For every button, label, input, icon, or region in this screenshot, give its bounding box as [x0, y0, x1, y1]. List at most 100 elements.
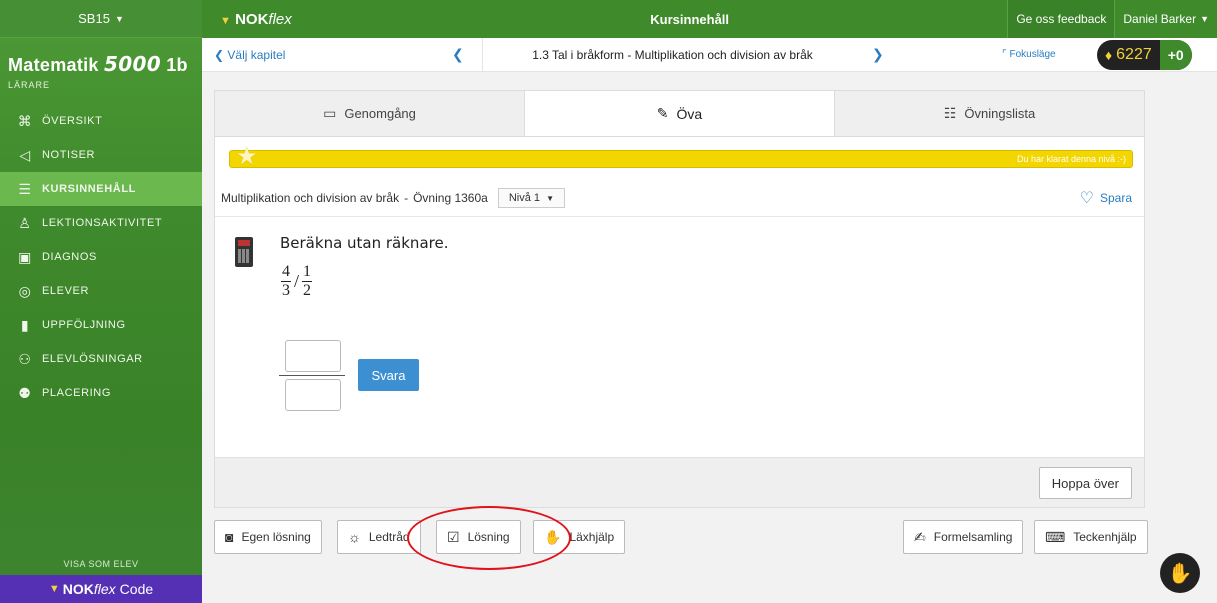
caret-down-icon: ▼: [1200, 14, 1209, 24]
fraction-expression: 4 3 / 1 2: [281, 263, 313, 300]
formula-icon: ✍: [914, 528, 926, 545]
page-title: Kursinnehåll: [650, 11, 730, 27]
prev-chapter-button[interactable]: ❮: [452, 46, 482, 63]
sidebar-item-lektionsaktivitet[interactable]: ♙ LEKTIONSAKTIVITET: [0, 206, 202, 240]
solution-highlight-circle: [407, 506, 571, 570]
user-menu[interactable]: Daniel Barker ▼: [1114, 0, 1217, 38]
fraction-b-denominator: 2: [303, 282, 312, 299]
code-brand-nok: NOK: [62, 581, 94, 597]
tab-ovningslista[interactable]: ☷ Övningslista: [835, 91, 1144, 136]
score-delta: +0: [1159, 39, 1192, 70]
sidebar-item-label: LEKTIONSAKTIVITET: [42, 217, 163, 229]
fraction-a: 4 3: [281, 263, 291, 300]
nokflex-logo[interactable]: ▼ NOKflex: [202, 11, 432, 28]
save-button[interactable]: ♡ Spara: [1080, 188, 1132, 208]
sidebar-item-uppfoljning[interactable]: ▮ UPPFÖLJNING: [0, 308, 202, 342]
exercise-header: Multiplikation och division av bråk - Öv…: [215, 179, 1144, 217]
sidebar-item-oversikt[interactable]: ⌘ ÖVERSIKT: [0, 104, 202, 138]
sidebar-item-placering[interactable]: ⚉ PLACERING: [0, 376, 202, 410]
exercise-number: Övning 1360a: [413, 190, 488, 205]
formula-collection-button[interactable]: ✍ Formelsamling: [903, 520, 1024, 554]
submit-answer-button[interactable]: Svara: [358, 359, 419, 391]
chevron-left-icon: ❮: [214, 47, 225, 62]
fraction-b: 1 2: [302, 263, 313, 300]
top-bar: ▼ NOKflex Kursinnehåll Ge oss feedback D…: [202, 0, 1217, 38]
code-brand-flex: flex: [93, 581, 116, 597]
group-selector[interactable]: SB15 ▼: [0, 0, 202, 38]
group-selector-label: SB15: [78, 11, 110, 26]
level-dropdown[interactable]: Nivå 1 ▼: [497, 187, 565, 208]
hand-icon: ✋: [1167, 562, 1193, 585]
sidebar-nav: ⌘ ÖVERSIKT ◁ NOTISER ☰ KURSINNEHÅLL ♙ LE…: [0, 104, 202, 410]
exercise-separator: -: [404, 190, 409, 205]
book-icon: ▭: [323, 105, 337, 121]
raise-hand-button[interactable]: ✋: [1160, 553, 1200, 593]
level-progress-bar: ★ Du har klarat denna nivå :-): [229, 145, 1133, 169]
bars-icon: ▮: [20, 316, 30, 333]
next-chapter-button[interactable]: ❯: [862, 46, 1002, 63]
own-solution-button[interactable]: ◙ Egen lösning: [214, 520, 322, 554]
binoculars-icon: ⌘: [17, 112, 33, 129]
card-footer: Hoppa över: [215, 457, 1144, 507]
tab-ova[interactable]: ✎ Öva: [525, 91, 835, 136]
user-name: Daniel Barker: [1123, 12, 1197, 26]
tab-label: Övningslista: [964, 106, 1036, 121]
sidebar-item-diagnos[interactable]: ▣ DIAGNOS: [0, 240, 202, 274]
brand-number: 5000: [104, 52, 161, 76]
answer-numerator-input[interactable]: [285, 340, 341, 372]
focus-mode-button[interactable]: ⌜ Fokusläge: [1002, 49, 1097, 60]
fraction-a-numerator: 4: [281, 263, 291, 282]
tab-genomgang[interactable]: ▭ Genomgång: [215, 91, 525, 136]
feedback-button[interactable]: Ge oss feedback: [1007, 0, 1115, 38]
sidebar-item-label: KURSINNEHÅLL: [42, 183, 136, 195]
student-solutions-icon: ⚇: [18, 350, 32, 367]
sidebar-item-label: UPPFÖLJNING: [42, 319, 126, 331]
level-value: Nivå 1: [508, 191, 541, 204]
brand-title: Matematik 5000 1b: [8, 52, 202, 76]
brand: Matematik 5000 1b LÄRARE: [0, 38, 202, 94]
sidebar-item-kursinnehall[interactable]: ☰ KURSINNEHÅLL: [0, 172, 202, 206]
fraction-a-denominator: 3: [282, 282, 290, 299]
skip-button[interactable]: Hoppa över: [1038, 467, 1132, 499]
answer-denominator-input[interactable]: [285, 379, 341, 411]
sidebar-item-elever[interactable]: ◎ ELEVER: [0, 274, 202, 308]
choose-chapter-link[interactable]: ❮ Välj kapitel: [202, 48, 452, 62]
sidebar: SB15 ▼ Matematik 5000 1b LÄRARE ⌘ ÖVERSI…: [0, 0, 202, 603]
question-text: Beräkna utan räknare.: [280, 234, 449, 252]
star-icon: ★: [236, 143, 258, 170]
hint-label: Ledtråd: [368, 530, 410, 544]
view-as-student-link[interactable]: VISA SOM ELEV: [0, 559, 202, 569]
keyboard-icon: ⌨: [1045, 528, 1066, 545]
caret-down-icon: ▼: [114, 13, 124, 24]
nokflex-code-link[interactable]: ▼ NOK flex Code: [0, 575, 202, 603]
student-icon: ◎: [18, 282, 32, 299]
gem-icon: ▼: [220, 14, 231, 27]
score-value: 6227: [1116, 45, 1152, 63]
focus-mode-label: Fokusläge: [1009, 49, 1056, 60]
progress-message: Du har klarat denna nivå :-): [1016, 154, 1126, 164]
camera-icon: ◙: [225, 529, 234, 545]
sidebar-item-label: ELEVLÖSNINGAR: [42, 353, 143, 365]
fraction-line: [279, 375, 345, 376]
app-root: SB15 ▼ Matematik 5000 1b LÄRARE ⌘ ÖVERSI…: [0, 0, 1217, 603]
operator: /: [294, 271, 300, 291]
checklist-icon: ☷: [943, 105, 957, 121]
sidebar-item-elevlosningar[interactable]: ⚇ ELEVLÖSNINGAR: [0, 342, 202, 376]
chapter-name: 1.3 Tal i bråkform - Multiplikation och …: [482, 37, 862, 72]
exercise-card: ▭ Genomgång ✎ Öva ☷ Övningslista ★ Du ha…: [214, 90, 1145, 508]
char-help-button[interactable]: ⌨ Teckenhjälp: [1034, 520, 1148, 554]
gem-icon: ♦: [1105, 46, 1113, 63]
list-icon: ☰: [18, 180, 32, 197]
points-badge: ♦ 6227 +0: [1097, 39, 1192, 70]
role-label: LÄRARE: [8, 80, 51, 90]
caret-down-icon: ▼: [546, 193, 554, 203]
sidebar-item-notiser[interactable]: ◁ NOTISER: [0, 138, 202, 172]
char-help-label: Teckenhjälp: [1073, 530, 1137, 544]
chapter-bar: ❮ Välj kapitel ❮ 1.3 Tal i bråkform - Mu…: [202, 37, 1217, 72]
brand-suffix: 1b: [166, 55, 188, 75]
group-icon: ⚉: [18, 384, 32, 401]
person-icon: ♙: [18, 214, 32, 231]
tab-label: Öva: [676, 105, 703, 122]
tab-label: Genomgång: [344, 106, 416, 121]
sidebar-item-label: ELEVER: [42, 285, 90, 297]
